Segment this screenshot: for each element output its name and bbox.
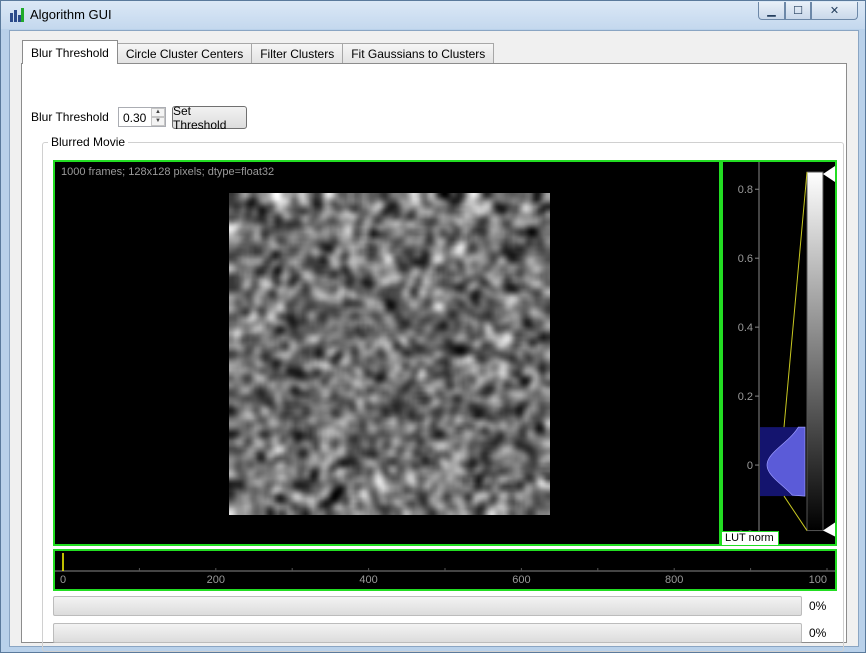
minimize-button[interactable]: ▁: [758, 2, 785, 20]
tab-filter-clusters[interactable]: Filter Clusters: [251, 43, 344, 64]
app-icon: [10, 8, 24, 22]
maximize-icon: ☐: [793, 5, 803, 17]
tab-circle-cluster-centers[interactable]: Circle Cluster Centers: [116, 43, 253, 64]
spin-up-arrow-icon[interactable]: ▲: [151, 108, 165, 117]
lut-link-bottom: [783, 495, 808, 531]
progress-bar-1: [53, 596, 802, 616]
timeline-tick-label: 0: [60, 574, 66, 586]
timeline-plot[interactable]: 0 200 400 600 800 100: [55, 551, 835, 589]
app-window: Algorithm GUI ▁ ☐ ✕ Blur Threshold Circl…: [0, 0, 866, 653]
image-view[interactable]: 1000 frames; 128x128 pixels; dtype=float…: [53, 160, 721, 546]
timeline-tick-label: 100: [809, 574, 827, 586]
threshold-value[interactable]: 0.30: [123, 111, 146, 125]
threshold-label: Blur Threshold: [31, 110, 109, 124]
timeline-tick-label: 800: [665, 574, 683, 586]
blurred-image[interactable]: [229, 193, 550, 515]
timeline-tick-label: 400: [359, 574, 377, 586]
tab-fit-gaussians[interactable]: Fit Gaussians to Clusters: [342, 43, 495, 64]
set-threshold-button[interactable]: Set Threshold: [172, 104, 247, 132]
tab-pane: Blur Threshold 0.30 ▲ ▼ Set Threshold Bl…: [21, 63, 847, 652]
tab-bar: Blur Threshold Circle Cluster Centers Fi…: [22, 40, 495, 64]
maximize-button[interactable]: ☐: [785, 2, 811, 20]
histogram-tick-label: 0.2: [738, 391, 753, 403]
histogram-tick-label: 0.6: [738, 253, 753, 265]
group-title: Blurred Movie: [48, 135, 129, 149]
progress-text-2: 0%: [809, 626, 827, 640]
tab-blur-threshold[interactable]: Blur Threshold: [22, 40, 118, 64]
frame-info: 1000 frames; 128x128 pixels; dtype=float…: [61, 166, 275, 178]
lut-link-top: [783, 171, 808, 428]
timeline-tick-label: 600: [512, 574, 530, 586]
close-icon: ✕: [829, 5, 840, 17]
histogram-lut-widget[interactable]: 0.80.60.40.20-0.2: [721, 160, 837, 546]
window-title: Algorithm GUI: [30, 7, 112, 22]
lut-max-handle-icon: [823, 166, 835, 182]
threshold-spinbox[interactable]: 0.30 ▲ ▼: [118, 107, 166, 127]
histogram-tick-label: 0: [747, 460, 753, 472]
histogram-tick-label: 0.4: [738, 322, 753, 334]
timeline[interactable]: 0 200 400 600 800 100: [53, 549, 837, 591]
lut-gradient-bar: [806, 171, 824, 532]
title-bar[interactable]: Algorithm GUI ▁ ☐ ✕: [1, 1, 865, 29]
minimize-icon: ▁: [767, 5, 776, 17]
progress-bar-2: [53, 623, 802, 643]
progress-text-1: 0%: [809, 599, 827, 613]
close-button[interactable]: ✕: [811, 2, 858, 20]
histogram-plot[interactable]: 0.80.60.40.20-0.2: [723, 162, 835, 544]
lut-min-handle-icon: [823, 522, 835, 537]
histogram-tick-label: 0.8: [738, 184, 753, 196]
timeline-tick-label: 200: [207, 574, 225, 586]
client-area: Blur Threshold Circle Cluster Centers Fi…: [9, 30, 859, 652]
spin-down-arrow-icon[interactable]: ▼: [151, 117, 165, 126]
lut-norm-label[interactable]: LUT norm: [721, 531, 779, 546]
